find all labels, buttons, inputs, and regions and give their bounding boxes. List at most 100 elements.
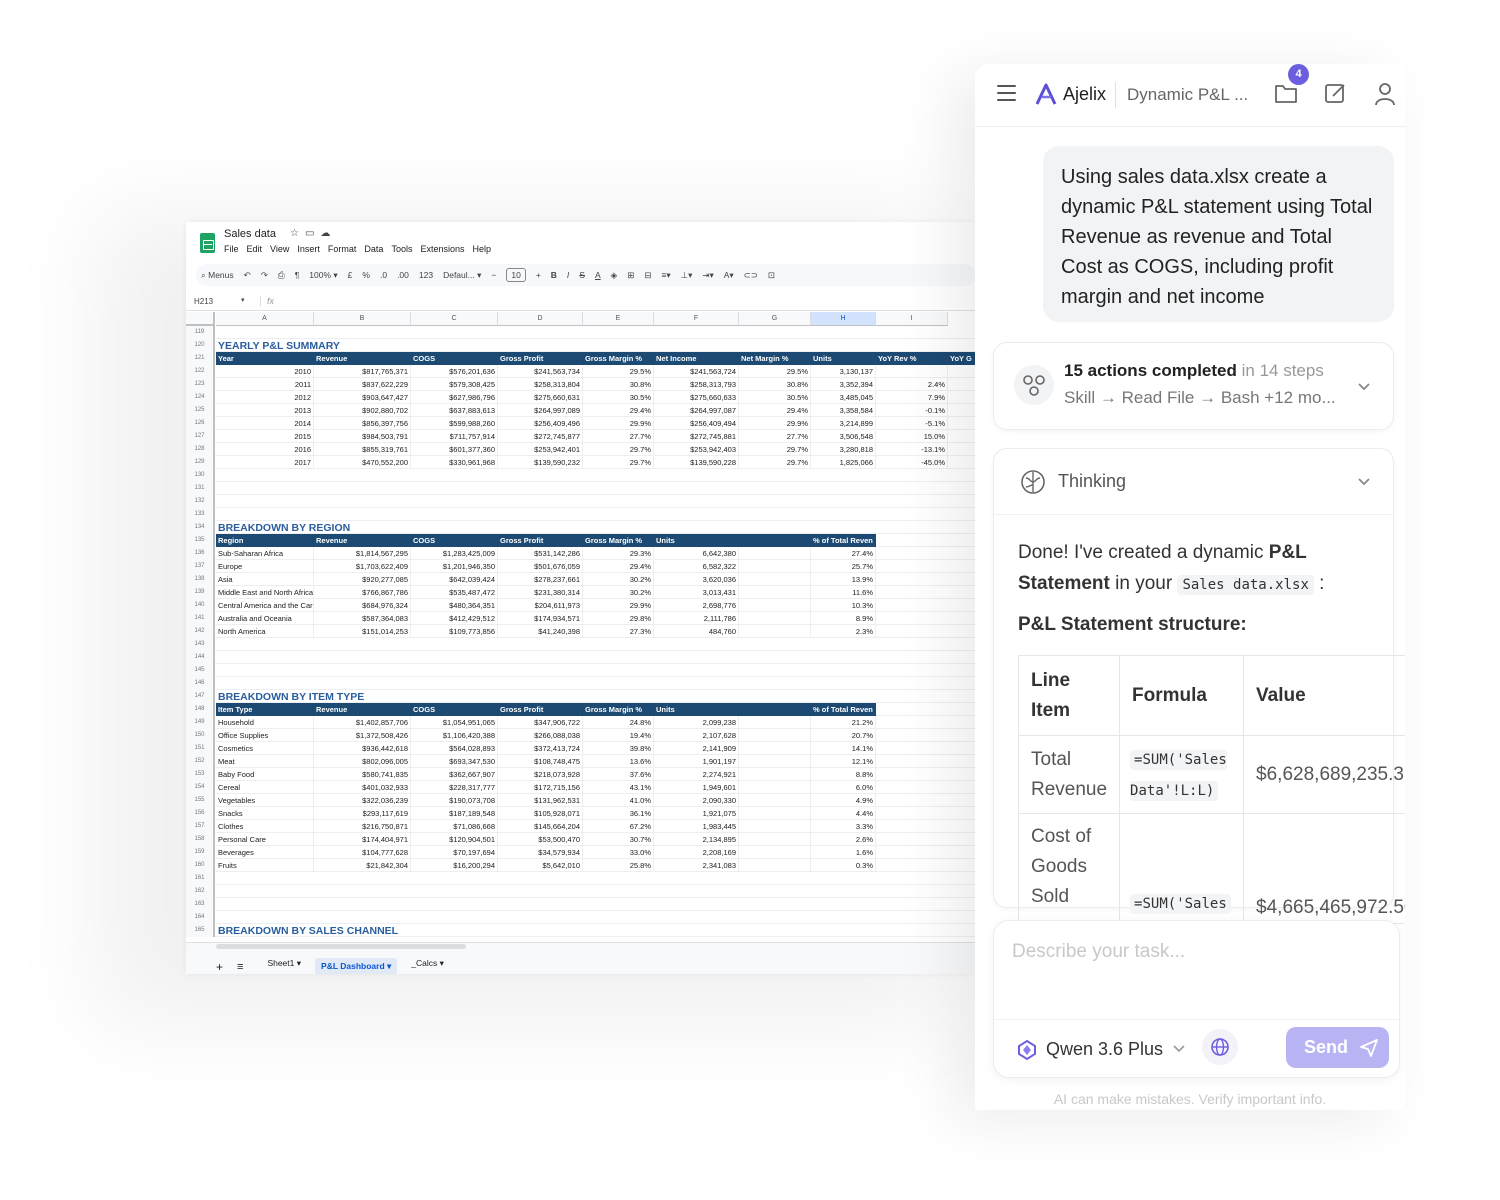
cell[interactable]: $109,773,856 (411, 625, 498, 638)
cell[interactable]: $105,928,071 (498, 807, 583, 820)
cell[interactable]: $984,503,791 (314, 430, 411, 443)
cell[interactable]: 1,825,066 (811, 456, 876, 469)
cell[interactable]: $253,942,403 (654, 443, 739, 456)
cell[interactable]: 6.0% (811, 781, 876, 794)
row-number[interactable]: 144 (186, 651, 215, 664)
font-size-input[interactable]: 10 (506, 268, 526, 282)
cell[interactable]: $322,036,239 (314, 794, 411, 807)
percent-icon[interactable]: % (362, 270, 370, 280)
row-number[interactable]: 161 (186, 872, 215, 885)
cell[interactable]: 2,141,909 (654, 742, 739, 755)
task-input[interactable] (1012, 941, 1382, 963)
menu-data[interactable]: Data (364, 244, 383, 254)
cell[interactable]: $599,988,260 (411, 417, 498, 430)
cell[interactable]: $241,563,724 (654, 365, 739, 378)
cell[interactable]: $601,377,360 (411, 443, 498, 456)
cell[interactable]: 29.5% (583, 365, 654, 378)
row-number[interactable]: 136 (186, 547, 215, 560)
cell[interactable]: $5,642,010 (498, 859, 583, 872)
cell[interactable]: Asia (216, 573, 314, 586)
conversation-title[interactable]: Dynamic P&L ... (1127, 85, 1248, 105)
cell[interactable]: $580,741,835 (314, 768, 411, 781)
zoom-select[interactable]: 100% ▾ (309, 270, 337, 281)
folder-move-icon[interactable]: ▭ (305, 228, 320, 239)
cell[interactable]: 13.6% (583, 755, 654, 768)
cell[interactable]: $53,500,470 (498, 833, 583, 846)
row-number[interactable]: 163 (186, 898, 215, 911)
link-icon[interactable]: ⊂⊃ (744, 270, 758, 281)
user-account-icon[interactable] (1374, 82, 1396, 106)
cell[interactable]: $1,283,425,009 (411, 547, 498, 560)
cell[interactable]: $1,106,420,388 (411, 729, 498, 742)
cell[interactable]: 6,642,380 (654, 547, 739, 560)
cell[interactable]: $711,757,914 (411, 430, 498, 443)
cell[interactable]: $470,552,200 (314, 456, 411, 469)
cell[interactable]: $258,313,793 (654, 378, 739, 391)
table-header-cell[interactable]: Gross Profit (498, 352, 583, 365)
cell-grid[interactable]: 119 120 YEARLY P&L SUMMARY 121 Year Revenue CO… (186, 326, 975, 946)
row-number[interactable]: 155 (186, 794, 215, 807)
cell[interactable]: $362,667,907 (411, 768, 498, 781)
rotate-text-icon[interactable]: A▾ (724, 270, 734, 281)
cell[interactable]: $293,117,619 (314, 807, 411, 820)
font-size-increase-icon[interactable]: + (536, 270, 541, 280)
table-header-cell[interactable]: Units (654, 534, 739, 547)
search-menus[interactable]: ⌕ Menus (201, 270, 234, 281)
sheet-tab-chevron-icon[interactable]: ▾ (437, 958, 444, 968)
cell[interactable]: $104,777,628 (314, 846, 411, 859)
new-chat-icon[interactable] (1324, 82, 1348, 104)
cell[interactable]: 2,107,628 (654, 729, 739, 742)
cell[interactable]: $330,961,968 (411, 456, 498, 469)
cell[interactable]: $120,904,501 (411, 833, 498, 846)
sheet-tab[interactable]: _Calcs ▾ (411, 958, 444, 974)
text-color-icon[interactable]: A (595, 270, 601, 280)
currency-icon[interactable]: £ (348, 270, 353, 280)
table-header-cell[interactable]: Units (654, 703, 739, 716)
cell[interactable]: 12.1% (811, 755, 876, 768)
cell[interactable]: $272,745,881 (654, 430, 739, 443)
cell[interactable]: 2.6% (811, 833, 876, 846)
row-number[interactable]: 131 (186, 482, 215, 495)
thinking-label[interactable]: Thinking (1058, 471, 1126, 492)
cell[interactable]: Personal Care (216, 833, 314, 846)
cell[interactable]: $190,073,708 (411, 794, 498, 807)
row-number[interactable]: 159 (186, 846, 215, 859)
cell[interactable] (739, 599, 811, 612)
column-header-a[interactable]: A (216, 312, 314, 326)
cell[interactable] (739, 768, 811, 781)
cell[interactable]: $837,622,229 (314, 378, 411, 391)
more-formats-icon[interactable]: 123 (419, 270, 433, 280)
table-header-cell[interactable]: Revenue (314, 352, 411, 365)
redo-icon[interactable]: ↷ (261, 270, 268, 281)
table-header-cell[interactable]: Gross Profit (498, 534, 583, 547)
cell[interactable]: 24.8% (583, 716, 654, 729)
cell[interactable]: 30.2% (583, 586, 654, 599)
cell[interactable]: 2014 (216, 417, 314, 430)
cell[interactable]: $228,317,777 (411, 781, 498, 794)
cell[interactable]: 29.8% (583, 612, 654, 625)
name-box[interactable]: H213 (194, 297, 213, 306)
cell[interactable]: 4.4% (811, 807, 876, 820)
decrease-decimal-icon[interactable]: .0 (380, 270, 387, 280)
row-number[interactable]: 137 (186, 560, 215, 573)
cell[interactable]: $139,590,232 (498, 456, 583, 469)
cell[interactable] (739, 560, 811, 573)
cell[interactable]: 29.3% (583, 547, 654, 560)
cell[interactable]: $145,664,204 (498, 820, 583, 833)
section-title[interactable]: YEARLY P&L SUMMARY (216, 339, 616, 352)
cell[interactable]: 2.4% (876, 378, 948, 391)
cell[interactable]: 8.8% (811, 768, 876, 781)
cell[interactable]: $275,660,631 (498, 391, 583, 404)
cell[interactable]: $264,997,087 (654, 404, 739, 417)
cell[interactable]: $34,579,934 (498, 846, 583, 859)
cell[interactable]: 1,949,601 (654, 781, 739, 794)
cell[interactable]: 2,698,776 (654, 599, 739, 612)
cell[interactable] (739, 820, 811, 833)
cell[interactable]: 2,341,083 (654, 859, 739, 872)
cell[interactable]: 2012 (216, 391, 314, 404)
table-header-cell[interactable]: Net Income (654, 352, 739, 365)
cell[interactable]: 29.7% (583, 443, 654, 456)
cell[interactable]: North America (216, 625, 314, 638)
cell[interactable]: 2016 (216, 443, 314, 456)
cell[interactable]: Snacks (216, 807, 314, 820)
